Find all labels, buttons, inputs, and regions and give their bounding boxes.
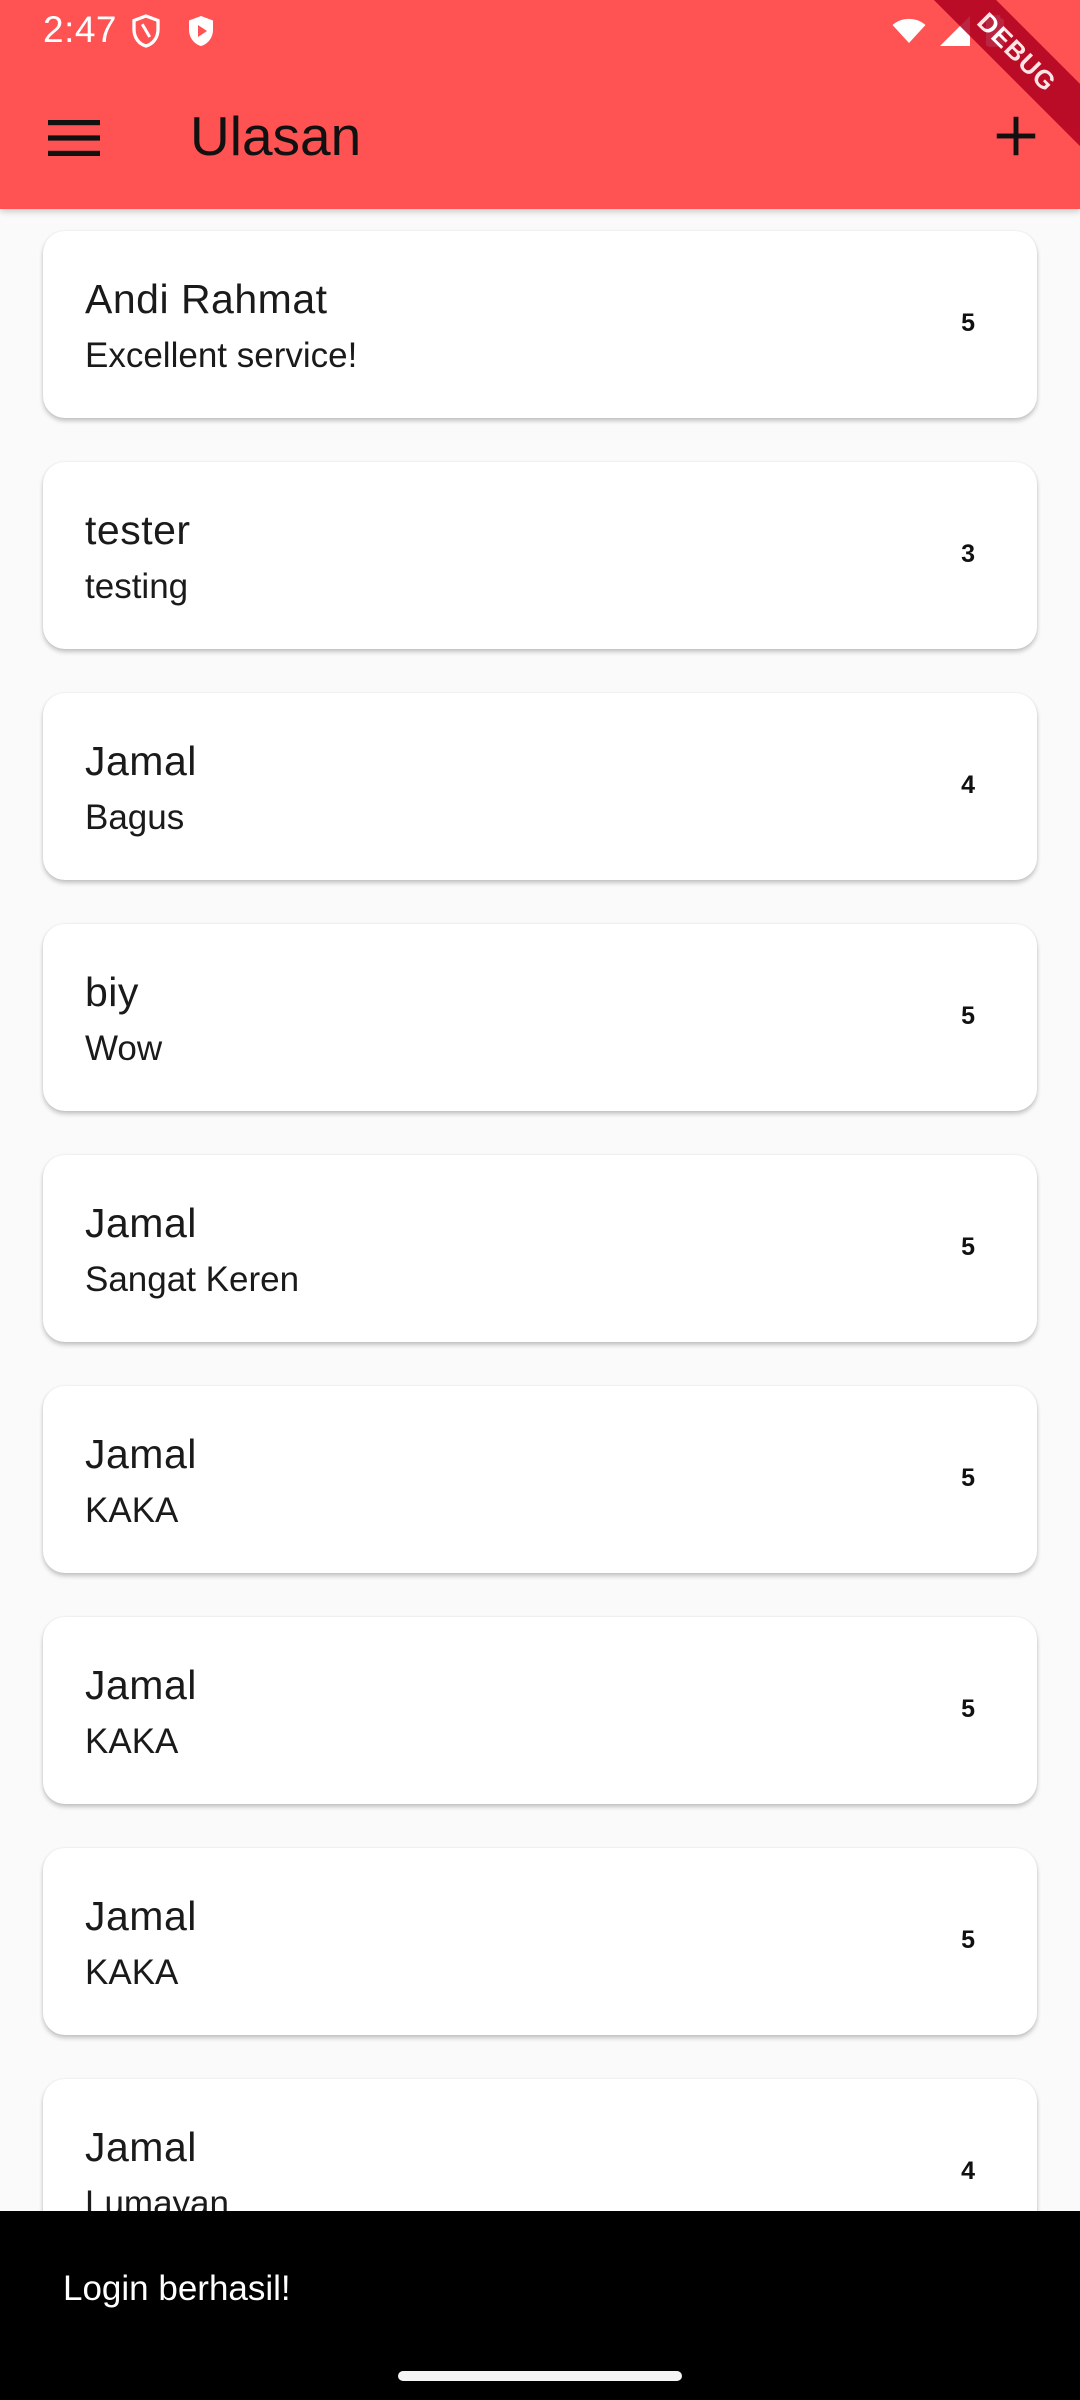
review-author: Jamal <box>85 738 197 784</box>
review-author: Jamal <box>85 1662 197 1708</box>
review-rating: 3 <box>961 540 975 568</box>
review-card[interactable]: tester testing 3 <box>43 462 1037 649</box>
review-rating: 4 <box>961 771 975 799</box>
review-comment: testing <box>85 567 189 606</box>
review-rating: 5 <box>961 1233 975 1261</box>
snackbar-message: Login berhasil! <box>63 2269 291 2308</box>
review-rating: 5 <box>961 1002 975 1030</box>
hamburger-menu-icon <box>48 120 100 156</box>
review-comment: Excellent service! <box>85 336 358 375</box>
review-card[interactable]: Jamal KAKA 5 <box>43 1848 1037 2035</box>
play-protect-icon <box>183 13 219 49</box>
home-indicator[interactable] <box>398 2371 682 2381</box>
review-card[interactable]: Jamal KAKA 5 <box>43 1386 1037 1573</box>
review-rating: 4 <box>961 2157 975 2185</box>
review-author: Andi Rahmat <box>85 276 328 322</box>
review-author: tester <box>85 507 191 553</box>
review-comment: KAKA <box>85 1491 179 1530</box>
review-comment: Wow <box>85 1029 163 1068</box>
snackbar: Login berhasil! <box>0 2211 1080 2400</box>
review-author: Jamal <box>85 1200 197 1246</box>
review-rating: 5 <box>961 309 975 337</box>
review-card[interactable]: Jamal Bagus 4 <box>43 693 1037 880</box>
shield-icon <box>128 13 164 49</box>
review-card[interactable]: Andi Rahmat Excellent service! 5 <box>43 231 1037 418</box>
review-rating: 5 <box>961 1926 975 1954</box>
review-author: Jamal <box>85 1431 197 1477</box>
review-author: Jamal <box>85 2124 197 2170</box>
review-comment: KAKA <box>85 1722 179 1761</box>
page-title: Ulasan <box>190 105 362 167</box>
add-icon <box>996 116 1036 156</box>
add-review-button[interactable] <box>984 104 1048 168</box>
review-card[interactable]: Jamal Sangat Keren 5 <box>43 1155 1037 1342</box>
review-card[interactable]: Jamal KAKA 5 <box>43 1617 1037 1804</box>
app-bar: 2:47 DEBUG Ulasan <box>0 0 1080 209</box>
review-list[interactable]: Andi Rahmat Excellent service! 5 tester … <box>0 209 1080 2400</box>
review-comment: KAKA <box>85 1953 179 1992</box>
review-comment: Bagus <box>85 798 185 837</box>
menu-button[interactable] <box>42 110 106 166</box>
status-bar: 2:47 <box>0 0 1080 60</box>
status-time: 2:47 <box>43 9 118 50</box>
review-rating: 5 <box>961 1695 975 1723</box>
wifi-icon <box>888 13 930 49</box>
review-rating: 5 <box>961 1464 975 1492</box>
review-comment: Sangat Keren <box>85 1260 300 1299</box>
review-card[interactable]: biy Wow 5 <box>43 924 1037 1111</box>
review-author: biy <box>85 969 139 1015</box>
review-author: Jamal <box>85 1893 197 1939</box>
